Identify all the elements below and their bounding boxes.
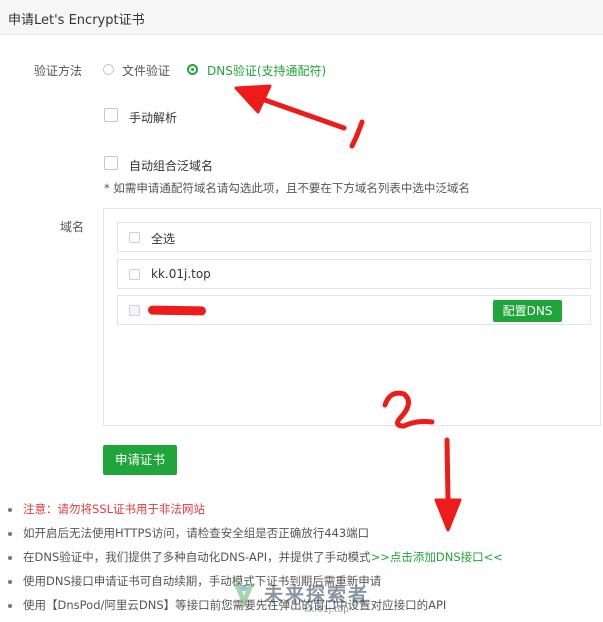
apply-certificate-button[interactable]: 申请证书	[103, 445, 177, 475]
tip-item: 注意：请勿将SSL证书用于非法网站	[8, 502, 598, 526]
redaction-scribble	[147, 305, 207, 316]
file-verify-label[interactable]: 文件验证	[122, 62, 170, 79]
dialog-title: 申请Let's Encrypt证书	[8, 13, 145, 28]
auto-wildcard-label[interactable]: 自动组合泛域名	[129, 157, 213, 174]
radio-file-verify[interactable]	[103, 64, 114, 75]
auto-wildcard-checkbox[interactable]	[104, 156, 118, 170]
arrow-1-shaft	[259, 96, 347, 131]
tip-item: 在DNS验证中，我们提供了多种自动化DNS-API，并提供了手动模式>>点击添加…	[8, 550, 598, 574]
domain-row[interactable]: kk.01j.top	[117, 259, 591, 289]
annotation-numeral-1	[349, 119, 365, 149]
watermark: 未来探索者 kk.01j.top	[230, 578, 475, 618]
domain-list-panel: 全选 kk.01j.top 配置DNS	[103, 208, 601, 426]
radio-dns-verify[interactable]	[187, 64, 198, 75]
watermark-logo-icon	[234, 584, 254, 608]
domains-label: 域名	[60, 220, 85, 234]
domain-checkbox-redacted[interactable]	[129, 305, 140, 316]
domain-checkbox[interactable]	[129, 269, 140, 280]
wildcard-note: * 如需申请通配符域名请勾选此项，且不要在下方域名列表中选中泛域名	[104, 181, 470, 195]
domain-row-redacted[interactable]: 配置DNS	[117, 295, 591, 325]
dialog-header: 申请Let's Encrypt证书	[0, 0, 603, 35]
watermark-subtitle: kk.01j.top	[304, 605, 349, 615]
dns-verify-label[interactable]: DNS验证(支持通配符)	[207, 62, 326, 79]
arrow-2-shaft	[444, 437, 451, 503]
select-all-checkbox[interactable]	[129, 232, 140, 243]
configure-dns-button[interactable]: 配置DNS	[493, 300, 562, 322]
tip-text: 在DNS验证中，我们提供了多种自动化DNS-API，并提供了手动模式	[23, 550, 371, 564]
manual-parse-checkbox[interactable]	[104, 108, 118, 122]
select-all-row[interactable]: 全选	[117, 222, 591, 252]
manual-parse-label[interactable]: 手动解析	[129, 109, 177, 126]
domain-name: kk.01j.top	[151, 267, 211, 281]
select-all-label[interactable]: 全选	[151, 230, 175, 247]
verify-method-label: 验证方法	[34, 64, 83, 78]
tip-text: 如开启后无法使用HTTPS访问，请检查安全组是否正确放行443端口	[23, 526, 370, 540]
add-dns-api-link[interactable]: >>点击添加DNS接口<<	[371, 550, 503, 564]
tip-text: 注意：请勿将SSL证书用于非法网站	[23, 502, 206, 516]
tip-item: 如开启后无法使用HTTPS访问，请检查安全组是否正确放行443端口	[8, 526, 598, 550]
watermark-title: 未来探索者	[264, 584, 370, 606]
arrow-1-head	[234, 84, 272, 114]
